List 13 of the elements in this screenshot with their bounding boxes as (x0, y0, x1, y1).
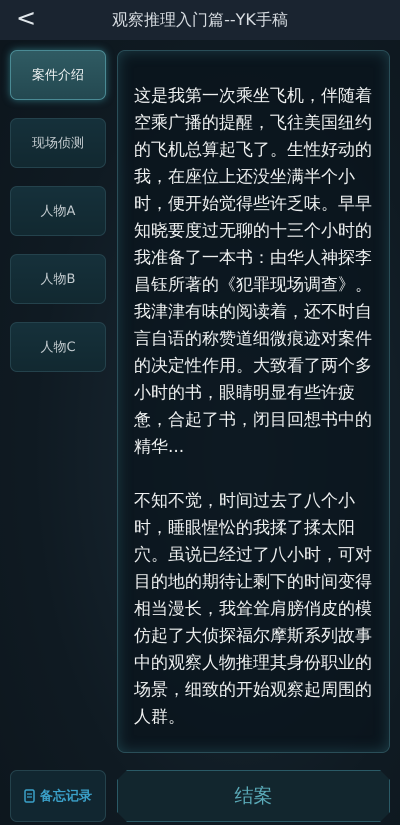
page-title: 观察推理入门篇--YK手稿 (112, 10, 288, 30)
sidebar-tab[interactable]: 案件介绍 (10, 50, 106, 100)
sidebar-tab[interactable]: 现场侦测 (10, 118, 106, 168)
memo-button[interactable]: 备忘记录 (10, 770, 106, 822)
story-paragraph: 不知不觉，时间过去了八个小时，睡眼惺忪的我揉了揉太阳穴。虽说已经过了八小时，可对目的地的期待让剩下的时间变得相当漫长，我耸耸肩膀俏皮的模仿起了大侦探福尔摩斯系列故事中的观察人物推理其身份职业的场景，细致的开始观察起周围的人群。 (134, 490, 372, 729)
story-paragraph: 这是我第一次乘坐飞机，伴随着空乘广播的提醒，飞往美国纽约的飞机总算起飞了。生性好动的我，在座位上还没坐满半个小时，便开始觉得些许乏味。早早知晓要度过无聊的十三个小时的我准备了一本书：由华人神探李昌钰所著的《犯罪现场调查》。我津津有味的阅读着，还不时自言自语的称赞道细微痕迹对案件的决定性作用。大致看了两个多小时的书，眼睛明显有些许疲惫，合起了书，闭目回想书中的精华... (134, 85, 372, 459)
sidebar-tab[interactable]: 人物A (10, 186, 106, 236)
sidebar-tab[interactable]: 人物C (10, 322, 106, 372)
memo-label: 备忘记录 (40, 788, 92, 805)
conclude-button[interactable]: 结案 (117, 770, 390, 822)
back-button[interactable]: < (10, 4, 42, 32)
notebook-icon (24, 789, 35, 803)
sidebar-tab[interactable]: 人物B (10, 254, 106, 304)
